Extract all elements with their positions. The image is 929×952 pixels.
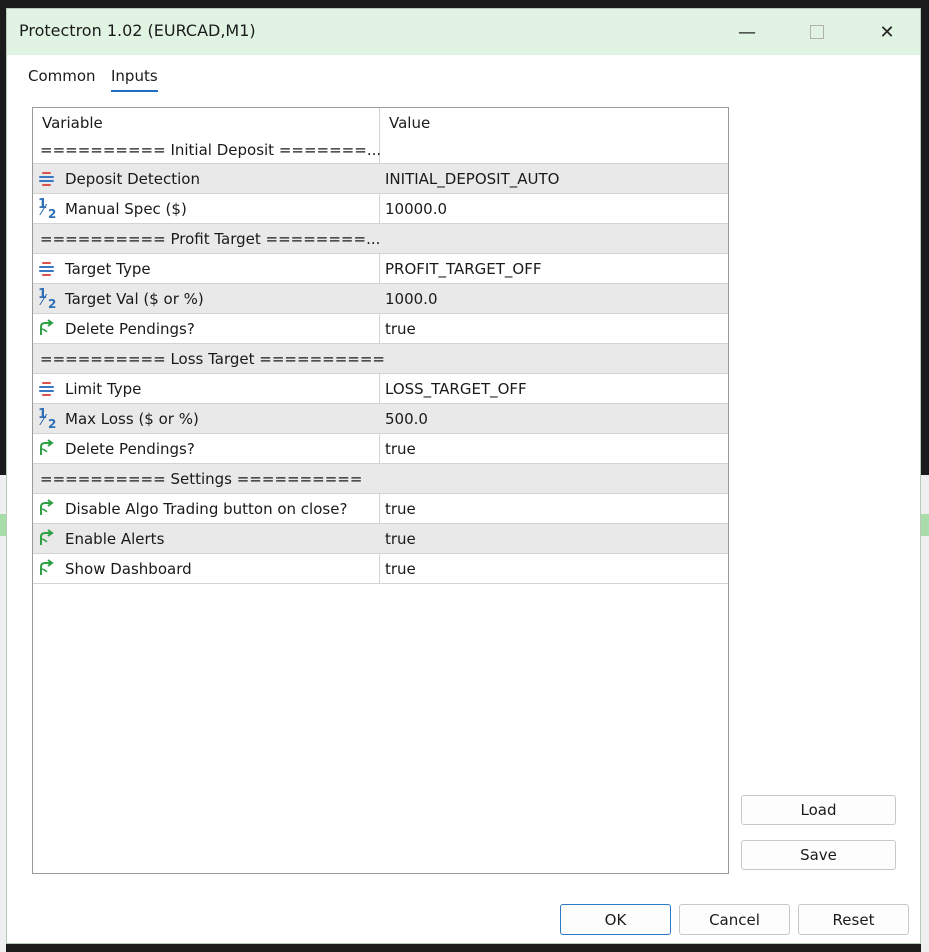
dialog-content: Common Inputs Variable Value ========== …	[16, 63, 917, 897]
double-icon: 1 ⁄ 2	[38, 407, 57, 431]
variable-value[interactable]: true	[385, 500, 416, 518]
bool-icon	[38, 499, 56, 517]
variable-name: Target Type	[65, 260, 151, 278]
table-row[interactable]: Show Dashboard true	[33, 553, 728, 583]
grid-end-line	[33, 583, 728, 584]
group-row[interactable]: ========== Settings ==========	[33, 463, 728, 493]
variable-value[interactable]: true	[385, 560, 416, 578]
title-bar: Protectron 1.02 (EURCAD,M1) — ✕	[7, 9, 920, 55]
double-icon: 1 ⁄ 2	[38, 287, 57, 311]
inputs-grid[interactable]: Variable Value ========== Initial Deposi…	[32, 107, 729, 874]
ok-button[interactable]: OK	[560, 904, 671, 935]
bool-icon	[38, 319, 56, 337]
group-label: ========== Profit Target ========...	[40, 230, 381, 248]
table-row[interactable]: Enable Alerts true	[33, 523, 728, 553]
close-icon: ✕	[879, 21, 895, 43]
group-row[interactable]: ========== Profit Target ========...	[33, 223, 728, 253]
enum-icon	[38, 379, 56, 397]
reset-button[interactable]: Reset	[798, 904, 909, 935]
variable-name: Deposit Detection	[65, 170, 200, 188]
variable-name: Manual Spec ($)	[65, 200, 187, 218]
group-row-initial-deposit[interactable]: ========== Initial Deposit =======...	[40, 141, 381, 159]
tab-inputs[interactable]: Inputs	[111, 67, 158, 92]
table-row[interactable]: Target Type PROFIT_TARGET_OFF	[33, 253, 728, 283]
variable-value[interactable]: true	[385, 320, 416, 338]
table-row[interactable]: Deposit Detection INITIAL_DEPOSIT_AUTO	[33, 163, 728, 193]
maximize-button[interactable]	[800, 15, 834, 49]
variable-value[interactable]: 500.0	[385, 410, 428, 428]
table-row[interactable]: 1 ⁄ 2 Manual Spec ($) 10000.0	[33, 193, 728, 223]
inputs-dialog: Protectron 1.02 (EURCAD,M1) — ✕ Common I…	[6, 8, 921, 944]
window-title: Protectron 1.02 (EURCAD,M1)	[19, 21, 256, 40]
variable-value[interactable]: 10000.0	[385, 200, 447, 218]
minimize-icon: —	[738, 21, 756, 43]
save-button[interactable]: Save	[741, 840, 896, 870]
variable-name: Show Dashboard	[65, 560, 192, 578]
group-label: ========== Settings ==========	[40, 470, 363, 488]
column-header-variable[interactable]: Variable	[42, 114, 103, 132]
load-button[interactable]: Load	[741, 795, 896, 825]
variable-name: Target Val ($ or %)	[65, 290, 204, 308]
variable-value[interactable]: PROFIT_TARGET_OFF	[385, 260, 542, 278]
variable-name: Disable Algo Trading button on close?	[65, 500, 348, 518]
background-window	[921, 475, 929, 952]
column-header-value[interactable]: Value	[389, 114, 430, 132]
double-icon: 1 ⁄ 2	[38, 197, 57, 221]
table-row[interactable]: Disable Algo Trading button on close? tru…	[33, 493, 728, 523]
table-row[interactable]: 1 ⁄ 2 Max Loss ($ or %) 500.0	[33, 403, 728, 433]
variable-name: Delete Pendings?	[65, 320, 195, 338]
bool-icon	[38, 529, 56, 547]
table-row[interactable]: Delete Pendings? true	[33, 433, 728, 463]
variable-value[interactable]: LOSS_TARGET_OFF	[385, 380, 527, 398]
enum-icon	[38, 259, 56, 277]
group-label: ========== Loss Target ==========	[40, 350, 385, 368]
variable-value[interactable]: true	[385, 530, 416, 548]
grid-header: Variable Value ========== Initial Deposi…	[33, 108, 728, 163]
variable-value[interactable]: 1000.0	[385, 290, 438, 308]
variable-name: Max Loss ($ or %)	[65, 410, 199, 428]
background-bar	[921, 514, 929, 536]
variable-value[interactable]: true	[385, 440, 416, 458]
table-row[interactable]: Delete Pendings? true	[33, 313, 728, 343]
variable-name: Delete Pendings?	[65, 440, 195, 458]
variable-value[interactable]: INITIAL_DEPOSIT_AUTO	[385, 170, 559, 188]
bool-icon	[38, 439, 56, 457]
enum-icon	[38, 169, 56, 187]
group-row[interactable]: ========== Loss Target ==========	[33, 343, 728, 373]
cancel-button[interactable]: Cancel	[679, 904, 790, 935]
table-row[interactable]: 1 ⁄ 2 Target Val ($ or %) 1000.0	[33, 283, 728, 313]
close-button[interactable]: ✕	[870, 15, 904, 49]
maximize-icon	[810, 25, 824, 39]
table-row[interactable]: Limit Type LOSS_TARGET_OFF	[33, 373, 728, 403]
variable-name: Limit Type	[65, 380, 142, 398]
bool-icon	[38, 559, 56, 577]
variable-name: Enable Alerts	[65, 530, 165, 548]
tab-common[interactable]: Common	[28, 67, 96, 90]
minimize-button[interactable]: —	[730, 15, 764, 49]
